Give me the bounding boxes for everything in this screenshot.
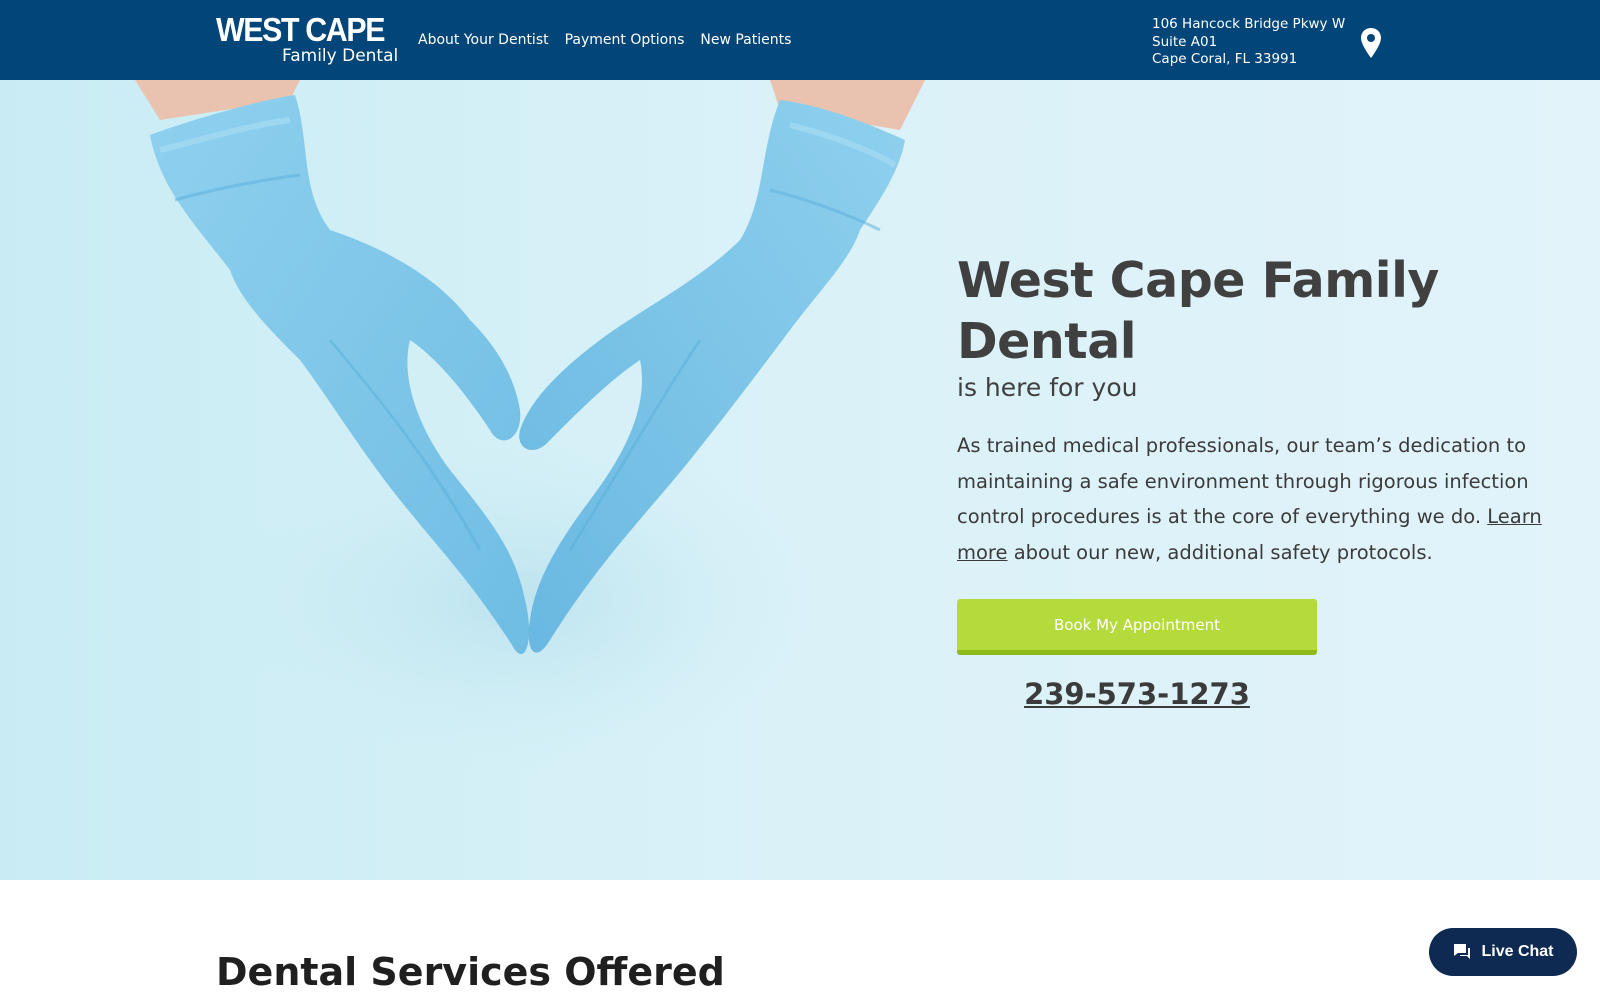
address-city: Cape Coral, FL 33991 — [1152, 51, 1298, 67]
main-nav: About Your Dentist Payment Options New P… — [418, 30, 791, 52]
address-suite: Suite A01 — [1152, 33, 1218, 50]
site-logo[interactable]: WEST CAPE Family Dental — [216, 12, 406, 68]
phone-number-link[interactable]: 239-573-1273 — [957, 672, 1317, 716]
live-chat-label: Live Chat — [1481, 943, 1554, 960]
hero-section: West Cape Family Dental is here for you … — [0, 80, 1600, 880]
hero-subtitle: is here for you — [957, 373, 1138, 402]
hero-description-start: As trained medical professionals, our te… — [957, 434, 1529, 528]
site-header: WEST CAPE Family Dental About Your Denti… — [0, 0, 1600, 80]
book-appointment-button[interactable]: Book My Appointment — [957, 599, 1317, 655]
logo-wordmark: WEST CAPE — [216, 11, 385, 48]
hero-text: West Cape Family Dental is here for you … — [957, 250, 1587, 570]
gloved-hands-heart-image — [135, 80, 925, 770]
chat-bubble-icon — [1454, 944, 1471, 959]
services-heading: Dental Services Offered — [216, 950, 725, 994]
live-chat-button[interactable]: Live Chat — [1429, 928, 1577, 976]
nav-about-dentist[interactable]: About Your Dentist — [418, 30, 549, 52]
logo-tagline: Family Dental — [282, 46, 399, 66]
address-street: 106 Hancock Bridge Pkwy W — [1152, 16, 1346, 32]
nav-new-patients[interactable]: New Patients — [700, 30, 791, 52]
address-block[interactable]: 106 Hancock Bridge Pkwy W Suite A01 Cape… — [1152, 16, 1345, 69]
hero-description-end: about our new, additional safety protoco… — [1007, 540, 1433, 564]
map-pin-icon[interactable] — [1360, 27, 1382, 59]
hero-title: West Cape Family Dental — [957, 252, 1439, 370]
nav-payment-options[interactable]: Payment Options — [565, 30, 685, 52]
hero-description: As trained medical professionals, our te… — [957, 428, 1587, 570]
